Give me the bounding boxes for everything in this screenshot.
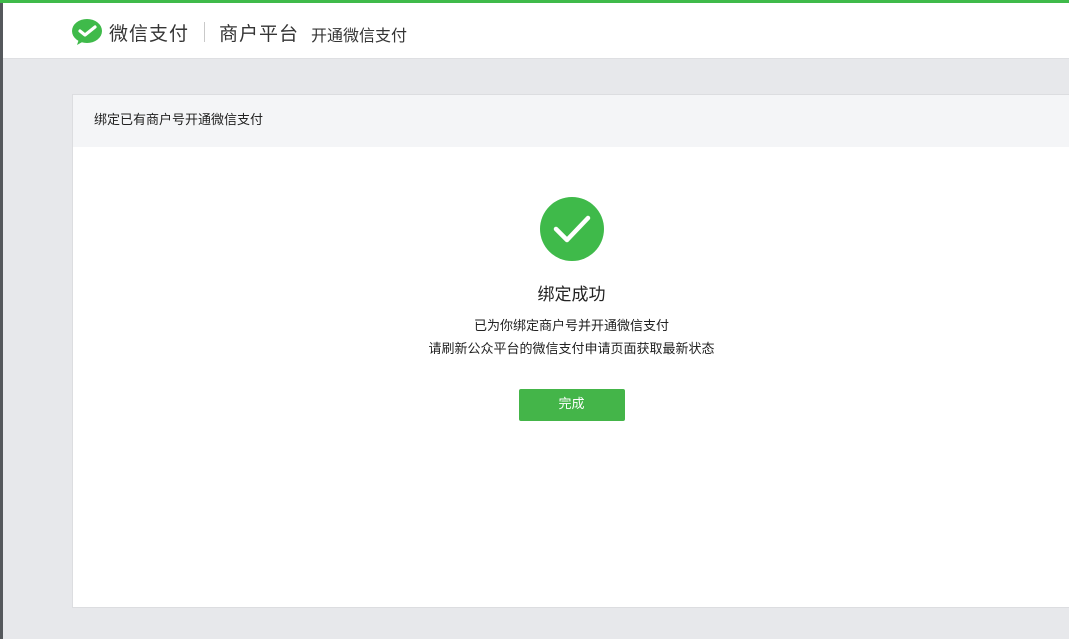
- check-circle-icon: [539, 197, 604, 261]
- page-subtitle: 开通微信支付: [311, 25, 408, 45]
- success-message: 绑定成功 已为你绑定商户号并开通微信支付 请刷新公众平台的微信支付申请页面获取最…: [73, 196, 1069, 421]
- top-header: 微信支付 商户平台 开通微信支付: [3, 3, 1069, 59]
- success-line-2: 请刷新公众平台的微信支付申请页面获取最新状态: [428, 342, 715, 357]
- panel-title: 绑定已有商户号开通微信支付: [73, 95, 1069, 147]
- result-panel: 绑定已有商户号开通微信支付 绑定成功 已为你绑定商户号并开通微信支付 请刷新公众…: [72, 94, 1069, 608]
- brand-divider: [204, 22, 206, 42]
- page: 微信支付 商户平台 开通微信支付 绑定已有商户号开通微信支付 绑定成功 已为你绑…: [0, 0, 1069, 639]
- success-description: 已为你绑定商户号并开通微信支付 请刷新公众平台的微信支付申请页面获取最新状态: [73, 315, 1069, 361]
- brand[interactable]: 微信支付 商户平台 开通微信支付: [71, 17, 407, 47]
- window-left-edge: [0, 0, 3, 639]
- done-button[interactable]: 完成: [518, 389, 625, 421]
- brand-name: 微信支付: [109, 22, 190, 45]
- success-title: 绑定成功: [537, 285, 606, 305]
- platform-name: 商户平台: [219, 22, 300, 45]
- success-line-1: 已为你绑定商户号并开通微信支付: [473, 319, 669, 334]
- wechat-pay-logo-icon: [72, 19, 102, 45]
